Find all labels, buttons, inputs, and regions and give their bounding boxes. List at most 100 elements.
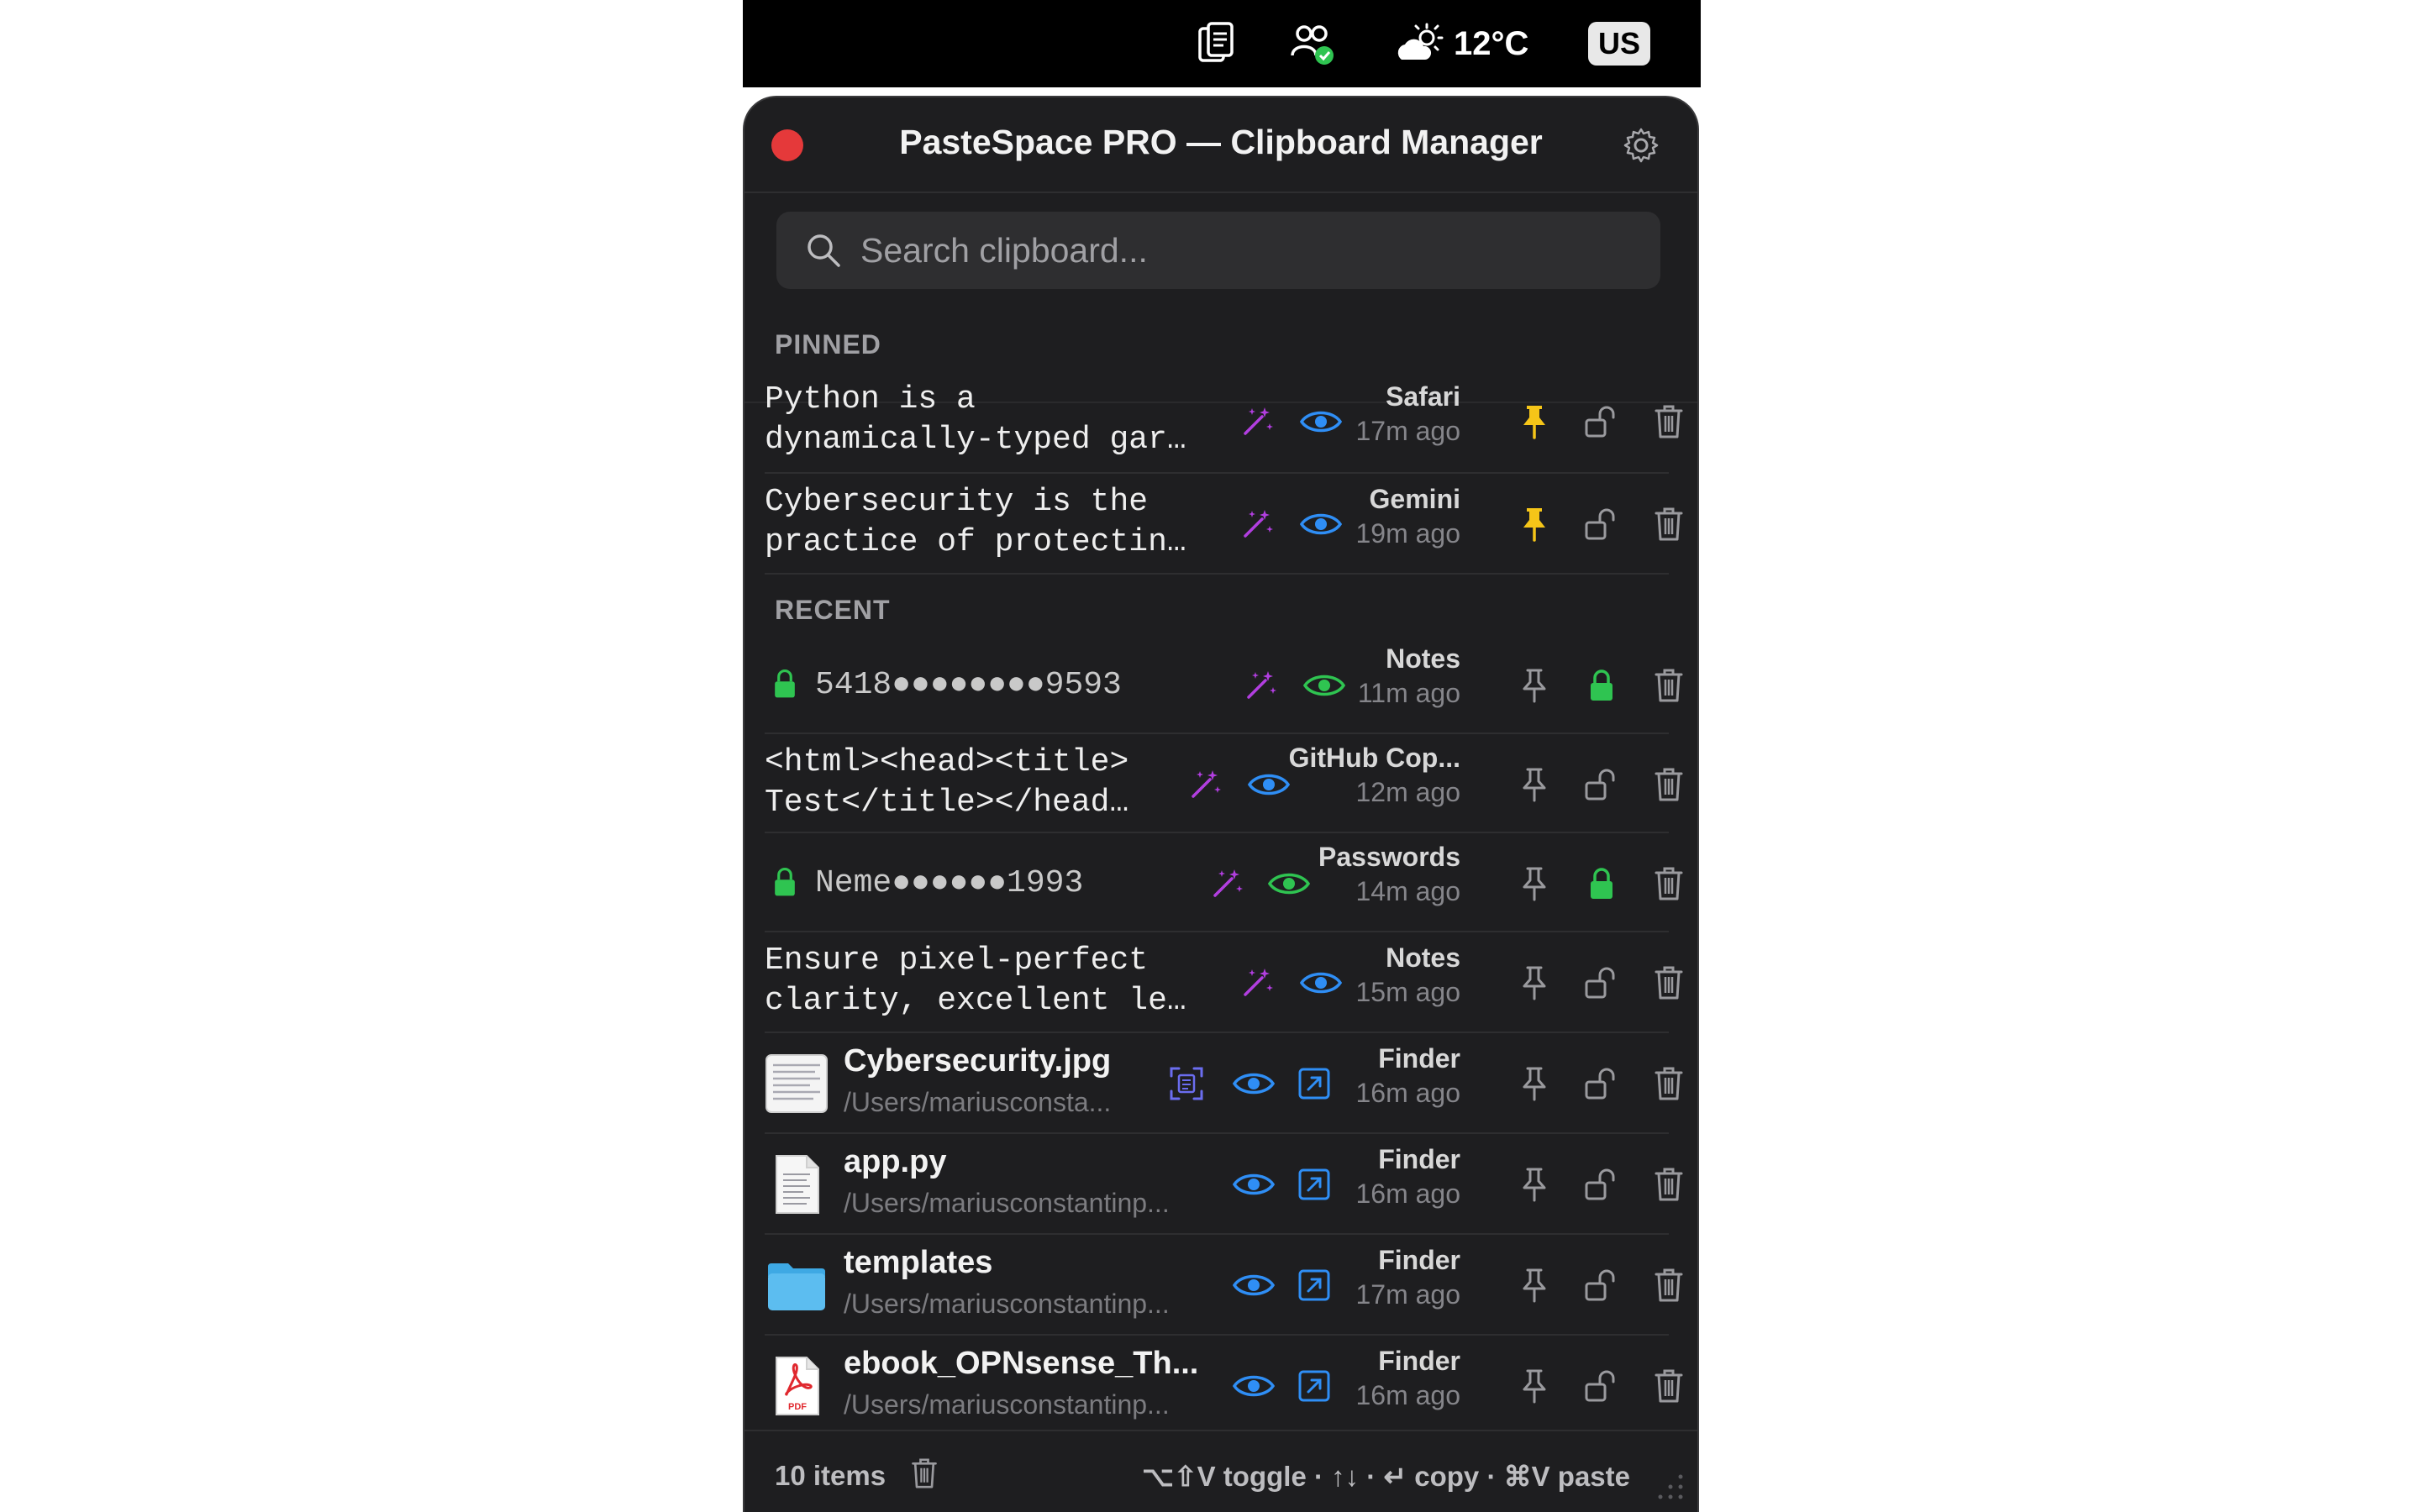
file-name: app.py (844, 1144, 947, 1179)
item-text-line2: dynamically-typed gar… (765, 422, 1186, 458)
pin-icon[interactable] (1516, 964, 1553, 1001)
pin-icon[interactable] (1516, 667, 1553, 704)
trash-icon[interactable] (1650, 1368, 1687, 1404)
file-name: ebook_OPNsense_Th... (844, 1346, 1199, 1381)
clipboard-item[interactable]: templates /Users/mariusconstantinp... Fi… (765, 1235, 1669, 1336)
clipboard-item[interactable]: Python is a dynamically-typed gar… Safar… (765, 371, 1669, 474)
magic-wand-icon[interactable] (1239, 506, 1276, 543)
search-box[interactable] (776, 212, 1660, 289)
input-language-indicator[interactable]: US (1588, 22, 1650, 66)
clipboard-item[interactable]: PDF ebook_OPNsense_Th... /Users/mariusco… (765, 1336, 1669, 1436)
source-app: Safari (1386, 381, 1460, 412)
title-bar: PasteSpace PRO — Clipboard Manager (744, 97, 1697, 193)
trash-icon[interactable] (1650, 506, 1687, 543)
trash-icon[interactable] (1650, 1166, 1687, 1203)
eye-icon[interactable] (1232, 1368, 1276, 1404)
trash-icon[interactable] (1650, 667, 1687, 704)
pin-icon[interactable] (1516, 1065, 1553, 1102)
clipboard-item[interactable]: 5418●●●●●●●●9593 Notes 11m ago (765, 635, 1669, 734)
item-time: 17m ago (1355, 1279, 1460, 1310)
pin-icon[interactable] (1516, 865, 1553, 902)
people-check-icon[interactable] (1289, 18, 1336, 69)
open-external-icon[interactable] (1296, 1368, 1333, 1404)
file-name: Cybersecurity.jpg (844, 1043, 1112, 1079)
unlock-icon[interactable] (1583, 506, 1620, 543)
unlock-icon[interactable] (1583, 766, 1620, 803)
pin-icon[interactable] (1516, 403, 1553, 440)
open-external-icon[interactable] (1296, 1065, 1333, 1102)
clipboard-item[interactable]: Ensure pixel-perfect clarity, excellent … (765, 932, 1669, 1033)
clear-all-trash-icon[interactable] (909, 1457, 939, 1494)
ocr-scan-icon[interactable] (1168, 1065, 1205, 1102)
eye-icon[interactable] (1247, 766, 1291, 803)
unlock-icon[interactable] (1583, 1065, 1620, 1102)
trash-icon[interactable] (1650, 403, 1687, 440)
item-time: 16m ago (1355, 1078, 1460, 1108)
magic-wand-icon[interactable] (1239, 403, 1276, 440)
folder-icon (768, 1263, 825, 1310)
item-time: 12m ago (1355, 777, 1460, 807)
magic-wand-icon[interactable] (1239, 964, 1276, 1001)
trash-icon[interactable] (1650, 964, 1687, 1001)
eye-icon[interactable] (1232, 1065, 1276, 1102)
item-text-line1: Ensure pixel-perfect (765, 942, 1149, 979)
lock-icon (768, 665, 802, 706)
section-pinned-header: PINNED (775, 329, 881, 360)
lock-icon[interactable] (1583, 865, 1620, 902)
clipboard-item[interactable]: Cybersecurity.jpg /Users/mariusconsta...… (765, 1033, 1669, 1134)
eye-icon[interactable] (1267, 865, 1311, 902)
pin-icon[interactable] (1516, 766, 1553, 803)
trash-icon[interactable] (1650, 865, 1687, 902)
resize-grip-icon[interactable] (1652, 1468, 1686, 1502)
pin-icon[interactable] (1516, 1267, 1553, 1304)
unlock-icon[interactable] (1583, 964, 1620, 1001)
masked-text: 5418●●●●●●●●9593 (815, 667, 1122, 703)
source-app: Passwords (1318, 842, 1460, 872)
magic-wand-icon[interactable] (1242, 667, 1279, 704)
item-time: 17m ago (1355, 416, 1460, 446)
item-source: Notes 11m ago (1358, 643, 1460, 709)
item-source: Passwords 14m ago (1318, 842, 1460, 907)
eye-icon[interactable] (1232, 1166, 1276, 1203)
magic-wand-icon[interactable] (1208, 865, 1245, 902)
clipboard-item[interactable]: Neme●●●●●●1993 Passwords 14m ago (765, 833, 1669, 932)
open-external-icon[interactable] (1296, 1166, 1333, 1203)
eye-icon[interactable] (1299, 964, 1343, 1001)
pin-icon[interactable] (1516, 1368, 1553, 1404)
source-app: Notes (1386, 643, 1460, 674)
clipboard-icon[interactable] (1197, 18, 1240, 69)
eye-icon[interactable] (1299, 403, 1343, 440)
clipboard-item[interactable]: Cybersecurity is the practice of protect… (765, 474, 1669, 575)
gear-icon[interactable] (1622, 126, 1660, 165)
clipboard-item[interactable]: app.py /Users/mariusconstantinp... Finde… (765, 1134, 1669, 1235)
open-external-icon[interactable] (1296, 1267, 1333, 1304)
file-path: /Users/mariusconstantinp... (844, 1188, 1170, 1218)
eye-icon[interactable] (1232, 1267, 1276, 1304)
eye-icon[interactable] (1299, 506, 1343, 543)
pin-icon[interactable] (1516, 1166, 1553, 1203)
clipboard-item[interactable]: <html><head><title> Test</title></head… … (765, 734, 1669, 833)
source-app: Finder (1378, 1346, 1460, 1376)
item-time: 19m ago (1355, 518, 1460, 549)
file-path: /Users/mariusconstantinp... (844, 1389, 1170, 1420)
lock-icon[interactable] (1583, 667, 1620, 704)
pin-icon[interactable] (1516, 506, 1553, 543)
unlock-icon[interactable] (1583, 1368, 1620, 1404)
source-app: Notes (1386, 942, 1460, 973)
unlock-icon[interactable] (1583, 403, 1620, 440)
trash-icon[interactable] (1650, 1267, 1687, 1304)
item-source: Finder 17m ago (1355, 1245, 1460, 1310)
eye-icon[interactable] (1302, 667, 1346, 704)
trash-icon[interactable] (1650, 766, 1687, 803)
lock-icon (768, 864, 802, 905)
unlock-icon[interactable] (1583, 1267, 1620, 1304)
item-text-line2: clarity, excellent le… (765, 983, 1186, 1019)
search-input[interactable] (860, 230, 1617, 270)
source-app: GitHub Cop... (1288, 743, 1460, 773)
item-source: Finder 16m ago (1355, 1144, 1460, 1210)
magic-wand-icon[interactable] (1186, 766, 1223, 803)
unlock-icon[interactable] (1583, 1166, 1620, 1203)
source-app: Finder (1378, 1144, 1460, 1174)
weather-widget[interactable]: 12°C (1395, 18, 1546, 69)
trash-icon[interactable] (1650, 1065, 1687, 1102)
